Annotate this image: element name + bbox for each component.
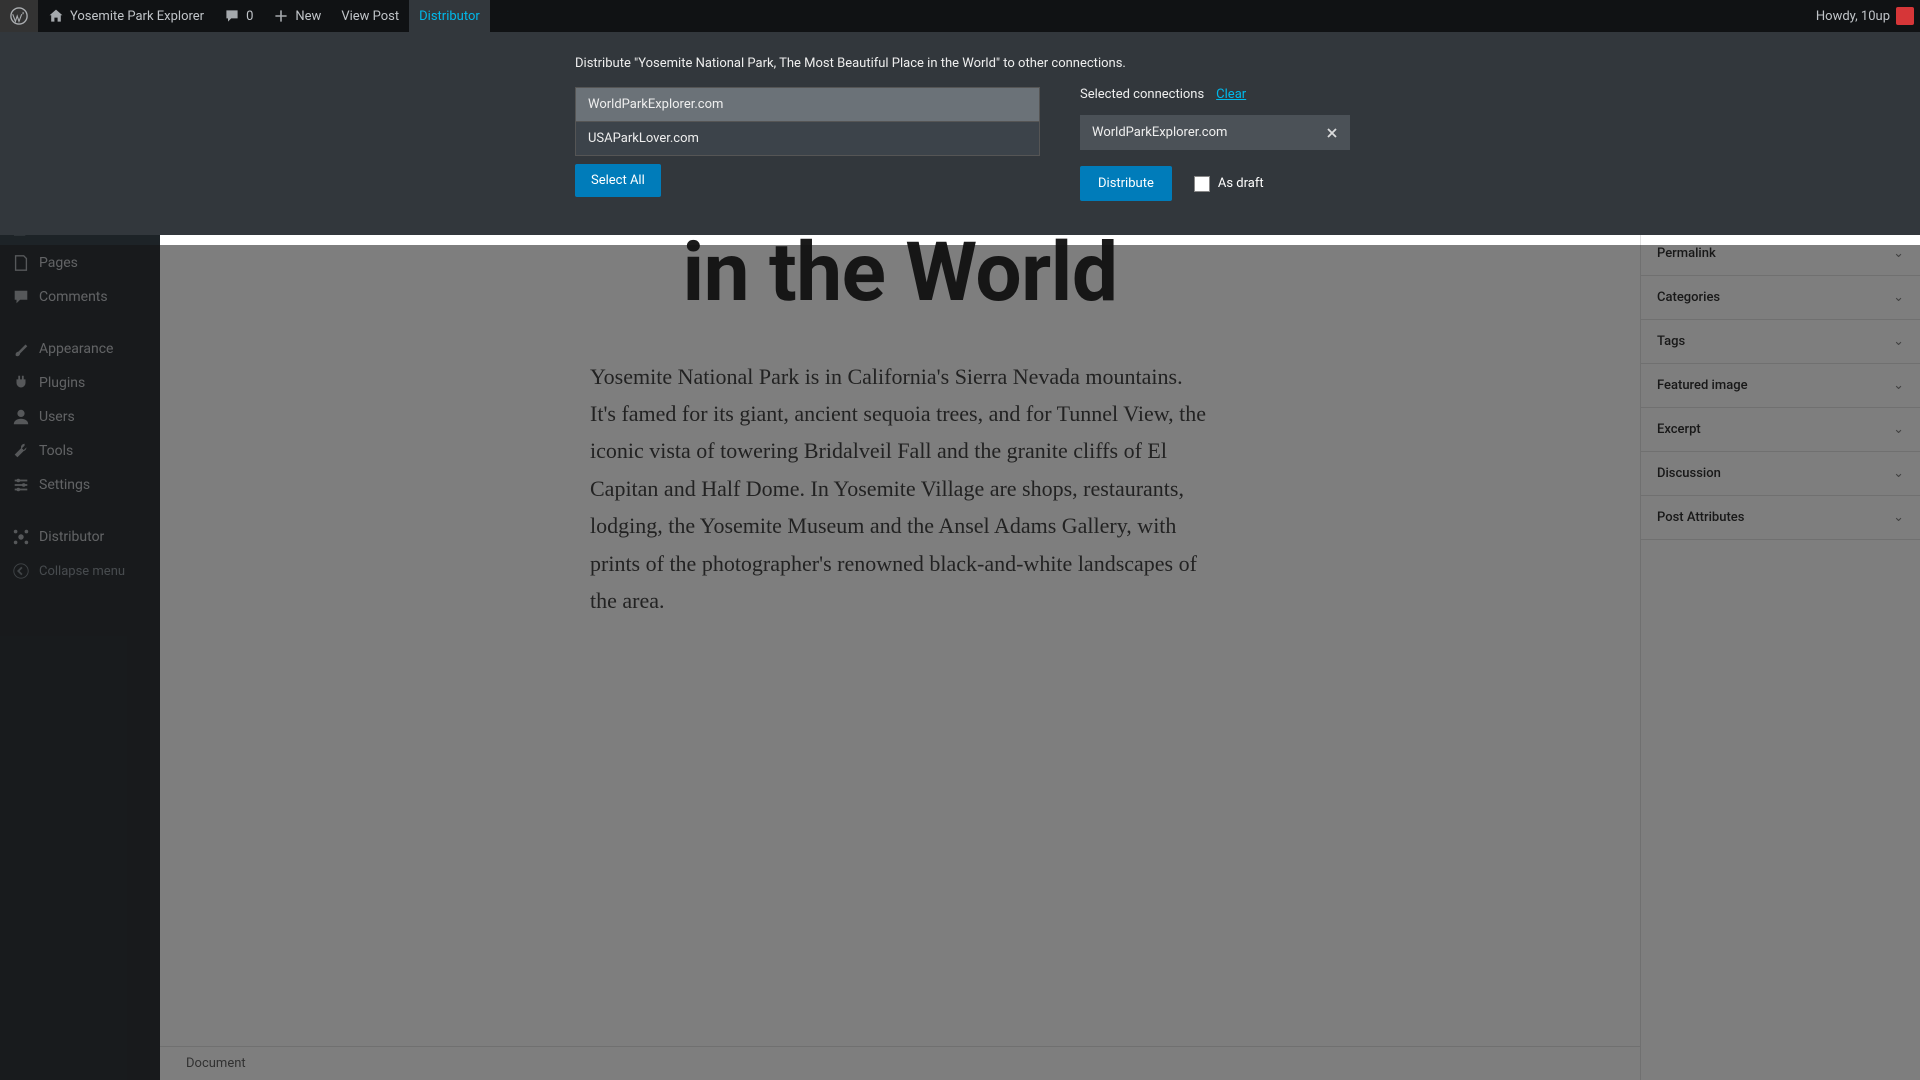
account-greeting[interactable]: Howdy, 10up bbox=[1806, 0, 1920, 32]
sidebar-item-label: Comments bbox=[39, 289, 108, 305]
sidebar-item-settings[interactable]: Settings bbox=[0, 468, 160, 502]
comments-number: 0 bbox=[246, 9, 253, 24]
chevron-down-icon: ⌄ bbox=[1893, 378, 1904, 393]
panel-label: Permalink bbox=[1657, 246, 1716, 261]
chevron-down-icon: ⌄ bbox=[1893, 422, 1904, 437]
distributor-label: Distributor bbox=[419, 9, 480, 24]
sidebar-item-label: Settings bbox=[39, 477, 90, 493]
panel-label: Discussion bbox=[1657, 466, 1721, 481]
sidebar-item-tools[interactable]: Tools bbox=[0, 434, 160, 468]
connection-option[interactable]: USAParkLover.com bbox=[576, 122, 1039, 155]
collapse-menu[interactable]: Collapse menu bbox=[0, 554, 160, 588]
comment-icon bbox=[224, 8, 240, 24]
panel-featured-image[interactable]: Featured image ⌄ bbox=[1641, 364, 1920, 408]
distribute-button[interactable]: Distribute bbox=[1080, 166, 1172, 201]
panel-label: Post Attributes bbox=[1657, 510, 1744, 525]
post-body[interactable]: Yosemite National Park is in California'… bbox=[590, 358, 1210, 620]
chevron-down-icon: ⌄ bbox=[1893, 246, 1904, 261]
site-name: Yosemite Park Explorer bbox=[70, 9, 204, 24]
panel-excerpt[interactable]: Excerpt ⌄ bbox=[1641, 408, 1920, 452]
panel-post-attributes[interactable]: Post Attributes ⌄ bbox=[1641, 496, 1920, 540]
view-post[interactable]: View Post bbox=[331, 0, 409, 32]
chevron-down-icon: ⌄ bbox=[1893, 290, 1904, 305]
chevron-down-icon: ⌄ bbox=[1893, 334, 1904, 349]
distributor-tab[interactable]: Distributor bbox=[409, 0, 490, 32]
selected-connection-name: WorldParkExplorer.com bbox=[1092, 125, 1227, 140]
sidebar-item-users[interactable]: Users bbox=[0, 400, 160, 434]
panel-label: Categories bbox=[1657, 290, 1720, 305]
distributor-icon bbox=[12, 528, 30, 546]
chevron-down-icon: ⌄ bbox=[1893, 466, 1904, 481]
sidebar-item-comments[interactable]: Comments bbox=[0, 280, 160, 314]
home-icon bbox=[48, 8, 64, 24]
selected-connection-chip: WorldParkExplorer.com bbox=[1080, 115, 1350, 150]
panel-label: Excerpt bbox=[1657, 422, 1701, 437]
admin-bar: Yosemite Park Explorer 0 New View Post D… bbox=[0, 0, 1920, 32]
greeting-text: Howdy, 10up bbox=[1816, 9, 1890, 24]
sidebar-item-label: Plugins bbox=[39, 375, 85, 391]
sidebar-item-distributor[interactable]: Distributor bbox=[0, 520, 160, 554]
sidebar-item-label: Appearance bbox=[39, 341, 113, 357]
panel-permalink[interactable]: Permalink ⌄ bbox=[1641, 232, 1920, 276]
selected-connections-label: Selected connections bbox=[1080, 87, 1204, 102]
plus-icon bbox=[273, 8, 289, 24]
remove-icon[interactable] bbox=[1326, 127, 1338, 139]
site-home[interactable]: Yosemite Park Explorer bbox=[38, 0, 214, 32]
distributor-heading: Distribute "Yosemite National Park, The … bbox=[575, 56, 1920, 71]
panel-label: Featured image bbox=[1657, 378, 1748, 393]
connection-option[interactable]: WorldParkExplorer.com bbox=[576, 88, 1039, 122]
avatar bbox=[1896, 7, 1914, 25]
sidebar-item-label: Tools bbox=[39, 443, 73, 459]
view-post-label: View Post bbox=[341, 9, 399, 24]
document-footer: Document bbox=[160, 1046, 1640, 1080]
new-label: New bbox=[295, 9, 321, 24]
wrench-icon bbox=[12, 442, 30, 460]
clear-link[interactable]: Clear bbox=[1216, 87, 1246, 102]
as-draft-label: As draft bbox=[1218, 176, 1264, 191]
sidebar-item-label: Distributor bbox=[39, 529, 104, 545]
sidebar-item-label: Pages bbox=[39, 255, 78, 271]
wordpress-icon bbox=[10, 7, 28, 25]
sliders-icon bbox=[12, 476, 30, 494]
connections-list: WorldParkExplorer.com USAParkLover.com bbox=[575, 87, 1040, 156]
panel-label: Tags bbox=[1657, 334, 1685, 349]
as-draft-toggle[interactable]: As draft bbox=[1194, 176, 1264, 192]
distributor-panel: Distribute "Yosemite National Park, The … bbox=[0, 32, 1920, 235]
sidebar-item-plugins[interactable]: Plugins bbox=[0, 366, 160, 400]
panel-discussion[interactable]: Discussion ⌄ bbox=[1641, 452, 1920, 496]
checkbox-icon bbox=[1194, 176, 1210, 192]
document-label[interactable]: Document bbox=[186, 1056, 246, 1071]
select-all-button[interactable]: Select All bbox=[575, 164, 661, 197]
panel-tags[interactable]: Tags ⌄ bbox=[1641, 320, 1920, 364]
sidebar-item-label: Users bbox=[39, 409, 75, 425]
brush-icon bbox=[12, 340, 30, 358]
sidebar-item-appearance[interactable]: Appearance bbox=[0, 332, 160, 366]
new-content[interactable]: New bbox=[263, 0, 331, 32]
chevron-down-icon: ⌄ bbox=[1893, 510, 1904, 525]
panel-categories[interactable]: Categories ⌄ bbox=[1641, 276, 1920, 320]
comment-icon bbox=[12, 288, 30, 306]
sidebar-item-pages[interactable]: Pages bbox=[0, 246, 160, 280]
wp-logo[interactable] bbox=[0, 0, 38, 32]
user-icon bbox=[12, 408, 30, 426]
page-icon bbox=[12, 254, 30, 272]
plug-icon bbox=[12, 374, 30, 392]
collapse-label: Collapse menu bbox=[39, 564, 125, 579]
collapse-icon bbox=[12, 562, 30, 580]
comments-count[interactable]: 0 bbox=[214, 0, 263, 32]
